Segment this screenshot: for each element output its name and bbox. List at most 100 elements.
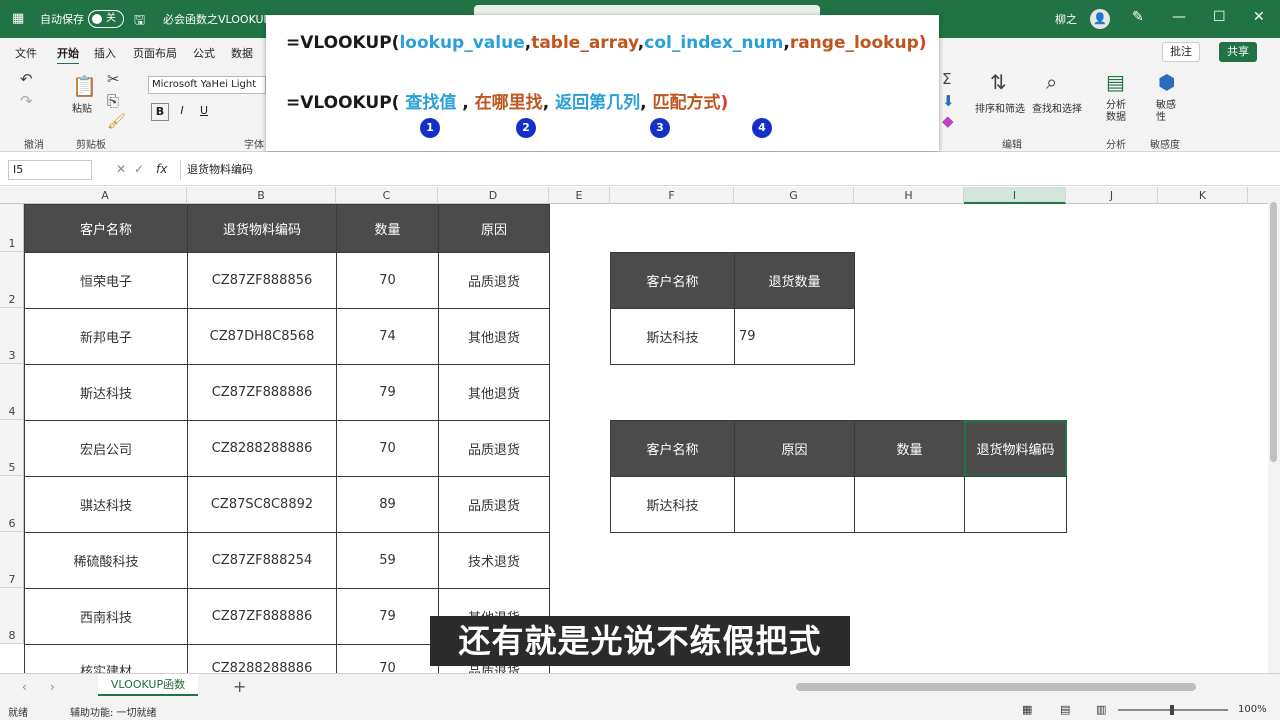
underline-button[interactable]: U: [195, 103, 213, 121]
table-cell[interactable]: CZ87ZF888254: [187, 532, 337, 589]
table-cell[interactable]: 宏启公司: [24, 420, 188, 477]
column-header-i[interactable]: I: [964, 187, 1066, 204]
table-cell[interactable]: 70: [336, 644, 439, 676]
normal-view-icon[interactable]: ▦: [1022, 703, 1032, 716]
zoom-level[interactable]: 100%: [1238, 704, 1267, 715]
autosum-icon[interactable]: Σ: [942, 70, 951, 88]
table-cell[interactable]: 斯达科技: [24, 364, 188, 421]
font-name-select[interactable]: Microsoft YaHei Light: [148, 76, 266, 94]
copy-icon[interactable]: ⎘: [107, 92, 119, 110]
save-icon[interactable]: 🖫: [134, 11, 145, 33]
table-cell[interactable]: 70: [336, 420, 439, 477]
lookup2-cell[interactable]: 斯达科技: [610, 476, 735, 533]
lookup2-header-cell[interactable]: 退货物料编码: [964, 420, 1067, 477]
redo-icon[interactable]: ↷: [20, 92, 33, 110]
menu-data[interactable]: 数据: [231, 45, 253, 61]
sensitivity-label[interactable]: 敏感 性: [1156, 100, 1176, 124]
table-cell[interactable]: CZ8288288886: [187, 644, 337, 676]
table-cell[interactable]: 骐达科技: [24, 476, 188, 533]
formula-input[interactable]: 退货物料编码: [180, 160, 1270, 180]
format-painter-icon[interactable]: 🖌: [107, 112, 126, 130]
name-box[interactable]: I5: [8, 160, 92, 180]
column-header-f[interactable]: F: [610, 187, 734, 204]
table-cell[interactable]: 核实建材: [24, 644, 188, 680]
paste-icon[interactable]: 📋: [72, 74, 97, 98]
row-header-3[interactable]: 3: [0, 308, 24, 364]
lookup2-cell[interactable]: [854, 476, 965, 533]
bold-button[interactable]: B: [151, 103, 169, 121]
table-cell[interactable]: 79: [336, 588, 439, 645]
table-cell[interactable]: CZ87DH8C8568: [187, 308, 337, 365]
table-cell[interactable]: CZ8288288886: [187, 420, 337, 477]
find-select-icon[interactable]: ⌕: [1046, 70, 1057, 94]
accessibility-status[interactable]: 辅助功能: 一切就绪: [70, 704, 157, 719]
minimize-icon[interactable]: —: [1172, 9, 1186, 25]
table-header-cell[interactable]: 原因: [438, 204, 550, 253]
column-header-j[interactable]: J: [1066, 187, 1158, 204]
add-sheet-icon[interactable]: +: [233, 677, 246, 696]
lookup2-cell[interactable]: [734, 476, 855, 533]
undo-icon[interactable]: ↶: [20, 70, 33, 88]
row-header-5[interactable]: 5: [0, 420, 24, 476]
table-cell[interactable]: 74: [336, 308, 439, 365]
lookup1-result-cell[interactable]: 79: [734, 308, 855, 365]
pen-icon[interactable]: ✎: [1132, 9, 1144, 25]
table-cell[interactable]: CZ87ZF888886: [187, 364, 337, 421]
table-cell[interactable]: 品质退货: [438, 252, 550, 309]
column-header-d[interactable]: D: [438, 187, 549, 204]
menu-page-layout[interactable]: 页面布局: [133, 45, 177, 61]
enter-icon[interactable]: ✓: [134, 162, 144, 176]
table-cell[interactable]: CZ87ZF888886: [187, 588, 337, 645]
table-cell[interactable]: 59: [336, 532, 439, 589]
share-button[interactable]: 共享: [1219, 42, 1257, 62]
row-header-6[interactable]: 6: [0, 476, 24, 532]
table-cell[interactable]: 89: [336, 476, 439, 533]
table-cell[interactable]: 70: [336, 252, 439, 309]
column-header-a[interactable]: A: [24, 187, 187, 204]
zoom-slider-thumb[interactable]: [1170, 705, 1174, 715]
next-sheet-icon[interactable]: ›: [50, 680, 55, 694]
row-header-2[interactable]: 2: [0, 252, 24, 308]
row-header-7[interactable]: 7: [0, 532, 24, 588]
column-header-h[interactable]: H: [854, 187, 964, 204]
column-header-e[interactable]: E: [549, 187, 610, 204]
table-header-cell[interactable]: 客户名称: [24, 204, 188, 253]
lookup2-cell[interactable]: [964, 476, 1067, 533]
maximize-icon[interactable]: ☐: [1213, 9, 1226, 25]
cut-icon[interactable]: ✂: [107, 70, 120, 88]
menu-insert[interactable]: 插入: [94, 45, 116, 61]
sheet-tab[interactable]: VLOOKUP函数: [98, 674, 198, 696]
page-layout-icon[interactable]: ▤: [1060, 703, 1070, 716]
table-cell[interactable]: 79: [336, 364, 439, 421]
prev-sheet-icon[interactable]: ‹: [22, 680, 27, 694]
row-header-4[interactable]: 4: [0, 364, 24, 420]
menu-formulas[interactable]: 公式: [193, 45, 215, 61]
column-header-g[interactable]: G: [734, 187, 854, 204]
lookup1-header-cell[interactable]: 退货数量: [734, 252, 855, 309]
italic-button[interactable]: I: [173, 103, 191, 121]
table-cell[interactable]: 新邦电子: [24, 308, 188, 365]
fill-icon[interactable]: ⬇: [942, 92, 955, 110]
table-cell[interactable]: 其他退货: [438, 308, 550, 365]
horizontal-scroll-thumb[interactable]: [796, 683, 1196, 691]
lookup1-cell[interactable]: 斯达科技: [610, 308, 735, 365]
page-break-icon[interactable]: ▥: [1096, 703, 1106, 716]
table-cell[interactable]: CZ87ZF888856: [187, 252, 337, 309]
lookup2-header-cell[interactable]: 原因: [734, 420, 855, 477]
column-header-k[interactable]: K: [1158, 187, 1248, 204]
close-icon[interactable]: ✕: [1253, 9, 1265, 25]
table-cell[interactable]: 西南科技: [24, 588, 188, 645]
table-cell[interactable]: 技术退货: [438, 532, 550, 589]
clear-icon[interactable]: ◆: [942, 112, 954, 130]
table-header-cell[interactable]: 退货物料编码: [187, 204, 337, 253]
table-header-cell[interactable]: 数量: [336, 204, 439, 253]
table-cell[interactable]: 其他退货: [438, 364, 550, 421]
autosave-toggle[interactable]: 关: [88, 10, 124, 28]
insert-function-icon[interactable]: fx: [156, 162, 167, 176]
sensitivity-icon[interactable]: ⬢: [1158, 70, 1175, 94]
row-header-1[interactable]: 1: [0, 204, 24, 252]
menu-home[interactable]: 开始: [57, 45, 79, 65]
table-cell[interactable]: 品质退货: [438, 476, 550, 533]
find-select-label[interactable]: 查找和选择: [1032, 100, 1082, 115]
table-cell[interactable]: CZ87SC8C8892: [187, 476, 337, 533]
